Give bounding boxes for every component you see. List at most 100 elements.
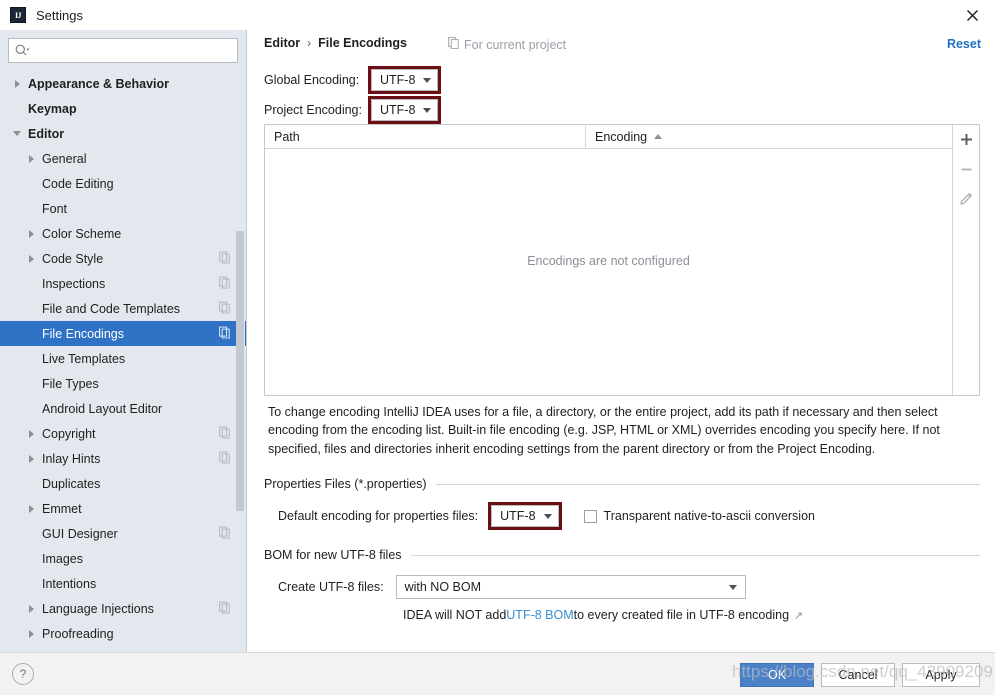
sidebar-item-android-layout-editor[interactable]: Android Layout Editor [0, 396, 246, 421]
external-link-icon[interactable]: ↗ [794, 609, 803, 622]
sidebar-item-label: Color Scheme [42, 226, 122, 241]
sidebar-scrollbar-thumb[interactable] [236, 231, 244, 511]
transparent-conversion-checkbox[interactable] [583, 509, 597, 523]
scope-label: For current project [464, 37, 567, 52]
create-utf8-files-label: Create UTF-8 files: [278, 580, 384, 594]
sidebar-item-copyright[interactable]: Copyright [0, 421, 246, 446]
project-scope-icon [219, 326, 230, 341]
sidebar-item-color-scheme[interactable]: Color Scheme [0, 221, 246, 246]
close-icon[interactable] [949, 0, 995, 30]
project-scope-icon [219, 601, 230, 616]
bom-note-prefix: IDEA will NOT add [403, 608, 507, 622]
sidebar-item-gui-designer[interactable]: GUI Designer [0, 521, 246, 546]
chevron-right-icon[interactable] [24, 227, 38, 241]
search-input[interactable] [30, 40, 237, 61]
sidebar-item-keymap[interactable]: Keymap [0, 96, 246, 121]
sidebar-item-file-types[interactable]: File Types [0, 371, 246, 396]
sidebar-item-language-injections[interactable]: Language Injections [0, 596, 246, 621]
sidebar-item-label: Emmet [42, 501, 82, 516]
bom-note-suffix: to every created file in UTF-8 encoding [573, 608, 790, 622]
sidebar-item-label: Font [42, 201, 68, 216]
create-utf8-files-combo[interactable]: with NO BOM [395, 575, 746, 599]
chevron-down-icon[interactable] [10, 127, 24, 141]
chevron-right-glyph [28, 504, 34, 513]
table-scrollbar[interactable] [943, 149, 952, 395]
sidebar-item-label: Inlay Hints [42, 451, 101, 466]
sidebar-item-editor[interactable]: Editor [0, 121, 246, 146]
chevron-right-glyph [28, 254, 34, 263]
ok-button[interactable]: OK [740, 663, 814, 687]
breadcrumb: Editor › File Encodings [264, 36, 407, 50]
chevron-right-icon[interactable] [24, 602, 38, 616]
properties-encoding-annotation: UTF-8 [488, 502, 562, 530]
transparent-conversion-checkbox-row[interactable]: Transparent native-to-ascii conversion [583, 509, 815, 523]
reset-link[interactable]: Reset [947, 37, 981, 51]
column-header-path[interactable]: Path [265, 125, 586, 148]
chevron-right-icon[interactable] [24, 427, 38, 441]
section-divider [435, 483, 980, 485]
sidebar-item-label: Inspections [42, 276, 106, 291]
create-utf8-files-value: with NO BOM [404, 580, 481, 594]
sidebar-item-label: Editor [28, 126, 65, 141]
sidebar-item-file-encodings[interactable]: File Encodings [0, 321, 246, 346]
table-header-row: Path Encoding [265, 125, 952, 149]
sidebar-item-duplicates[interactable]: Duplicates [0, 471, 246, 496]
chevron-down-icon [423, 77, 432, 83]
sidebar-item-label: Code Style [42, 251, 104, 266]
search-box[interactable] [8, 38, 238, 63]
project-scope-icon [219, 526, 230, 541]
create-utf8-files-row: Create UTF-8 files: with NO BOM [278, 575, 746, 599]
sidebar-scrollbar-track[interactable] [236, 63, 245, 646]
properties-encoding-combo[interactable]: UTF-8 [491, 505, 559, 527]
breadcrumb-parent[interactable]: Editor [264, 36, 300, 50]
table-toolbar [952, 125, 979, 395]
cancel-button[interactable]: Cancel [821, 663, 895, 687]
chevron-right-icon[interactable] [24, 627, 38, 641]
bom-section-title: BOM for new UTF-8 files [264, 548, 402, 562]
remove-button[interactable] [954, 158, 978, 180]
column-header-encoding[interactable]: Encoding [586, 125, 952, 148]
help-button[interactable]: ? [12, 663, 34, 685]
section-divider [410, 554, 980, 556]
chevron-right-icon[interactable] [24, 452, 38, 466]
window-title: Settings [36, 7, 83, 23]
table-body[interactable]: Encodings are not configured [265, 149, 952, 395]
search-icon [15, 44, 30, 57]
sidebar-item-font[interactable]: Font [0, 196, 246, 221]
settings-dialog: IJ Settings Appearance & Behavior Keymap… [0, 0, 995, 695]
sidebar-item-images[interactable]: Images [0, 546, 246, 571]
sidebar-item-emmet[interactable]: Emmet [0, 496, 246, 521]
edit-pencil-icon[interactable] [954, 188, 978, 210]
chevron-right-icon[interactable] [10, 77, 24, 91]
sidebar-item-label: Intentions [42, 576, 97, 591]
utf8-bom-link[interactable]: UTF-8 BOM [506, 608, 573, 622]
encodings-table: Path Encoding Encodings are not configur… [264, 124, 980, 396]
project-encoding-value: UTF-8 [380, 103, 416, 117]
project-scope-icon [219, 301, 230, 316]
global-encoding-combo[interactable]: UTF-8 [371, 69, 439, 91]
chevron-right-icon[interactable] [24, 252, 38, 266]
sidebar-item-code-style[interactable]: Code Style [0, 246, 246, 271]
sidebar-item-label: Proofreading [42, 626, 114, 641]
empty-state-message: Encodings are not configured [527, 254, 690, 268]
sidebar-item-general[interactable]: General [0, 146, 246, 171]
sidebar-item-label: File Types [42, 376, 99, 391]
sidebar-item-inspections[interactable]: Inspections [0, 271, 246, 296]
sidebar-item-inlay-hints[interactable]: Inlay Hints [0, 446, 246, 471]
sidebar-item-live-templates[interactable]: Live Templates [0, 346, 246, 371]
chevron-right-glyph [28, 604, 34, 613]
sidebar-item-file-and-code-templates[interactable]: File and Code Templates [0, 296, 246, 321]
project-encoding-combo[interactable]: UTF-8 [371, 99, 439, 121]
chevron-right-icon[interactable] [24, 502, 38, 516]
sidebar-item-proofreading[interactable]: Proofreading [0, 621, 246, 646]
sidebar-item-code-editing[interactable]: Code Editing [0, 171, 246, 196]
sidebar-item-appearance-behavior[interactable]: Appearance & Behavior [0, 71, 246, 96]
sidebar-item-intentions[interactable]: Intentions [0, 571, 246, 596]
apply-button[interactable]: Apply [902, 663, 980, 687]
add-button[interactable] [954, 128, 978, 150]
chevron-right-icon[interactable] [24, 152, 38, 166]
project-scope-icon [219, 426, 230, 441]
